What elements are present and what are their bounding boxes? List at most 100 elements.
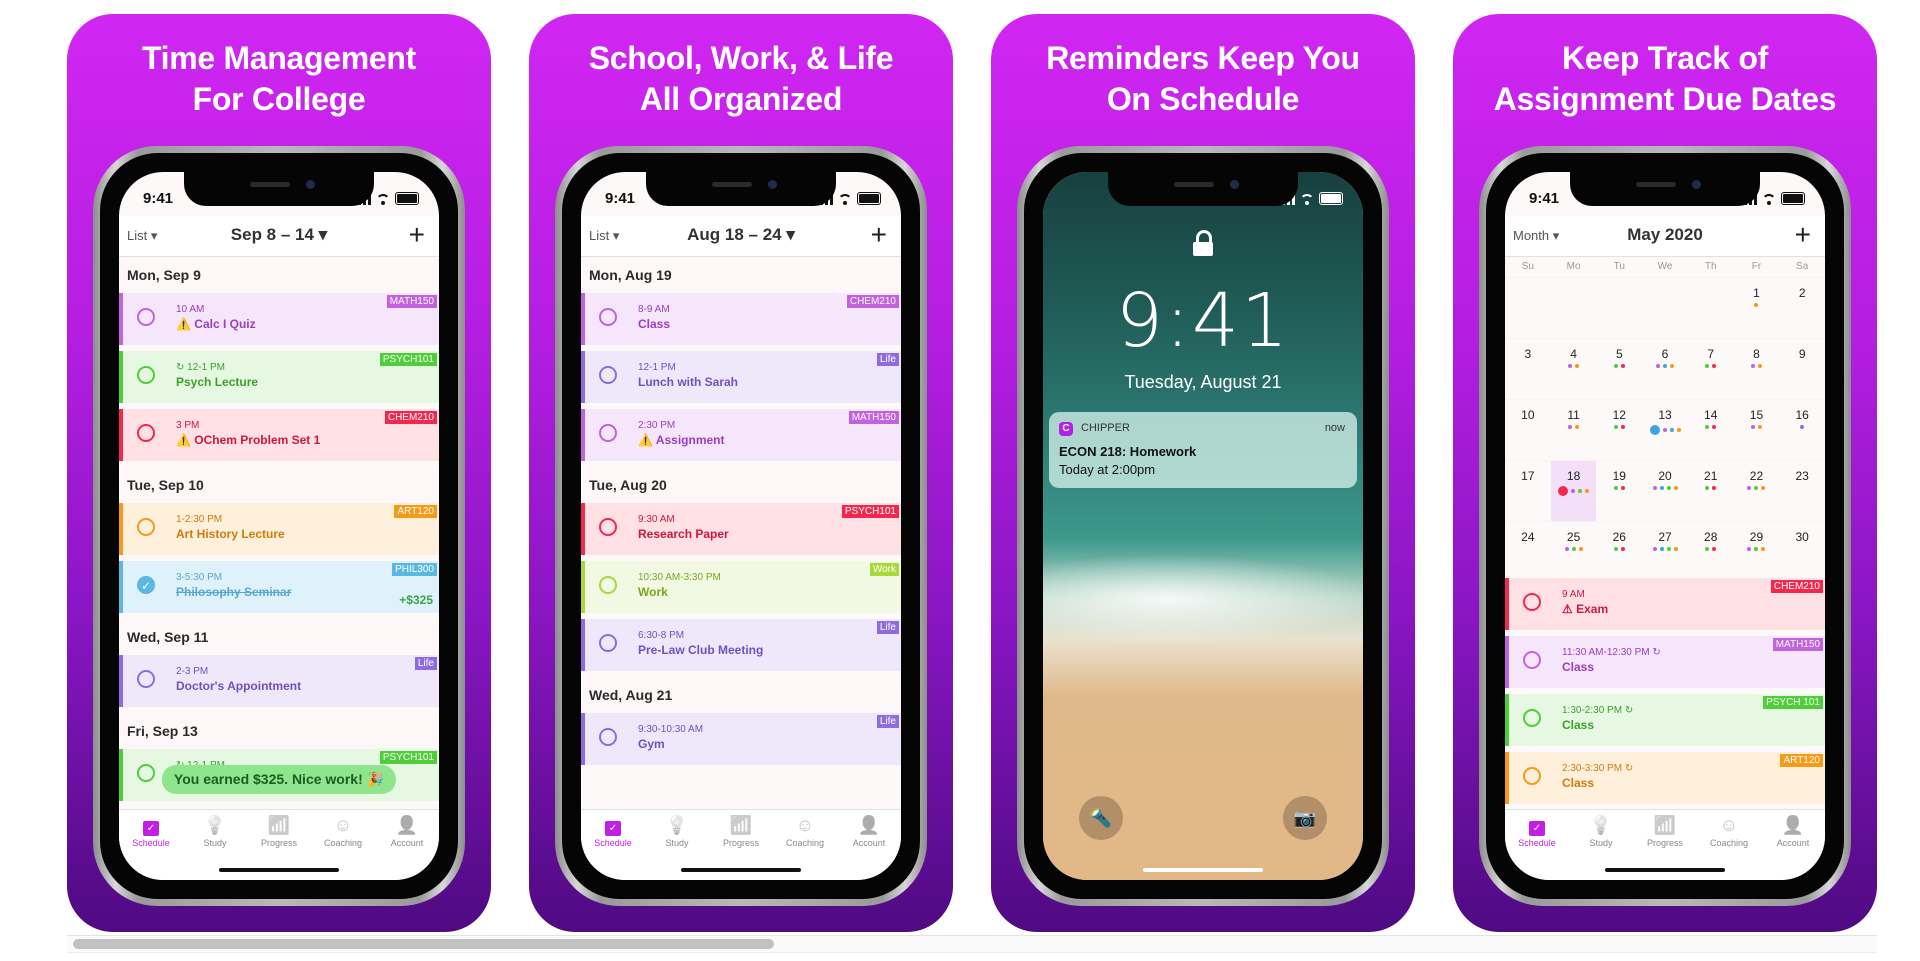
add-event-button[interactable]: +: [1795, 220, 1811, 250]
calendar-day[interactable]: 15: [1734, 400, 1780, 460]
calendar-day[interactable]: 10: [1505, 400, 1551, 460]
event-row[interactable]: 10 AM ⚠️ Calc I Quiz MATH150: [119, 293, 439, 345]
view-selector[interactable]: List ▾: [589, 228, 619, 244]
checkbox-circle[interactable]: [599, 576, 617, 594]
scrollbar-thumb[interactable]: [73, 939, 775, 949]
event-dots: [1734, 303, 1780, 307]
calendar-day[interactable]: 4: [1551, 339, 1597, 399]
event-row[interactable]: 2:30 PM ⚠️ Assignment MATH150: [581, 409, 901, 461]
calendar-day[interactable]: 3: [1505, 339, 1551, 399]
tab-account[interactable]: 👤 Account: [1761, 810, 1825, 880]
checkbox-circle[interactable]: [137, 424, 155, 442]
calendar-day[interactable]: 13: [1642, 400, 1688, 460]
calendar-day[interactable]: 28: [1688, 522, 1734, 582]
calendar-day[interactable]: 2: [1779, 278, 1825, 338]
calendar-day[interactable]: 25: [1551, 522, 1597, 582]
wifi-icon: [838, 194, 852, 205]
add-event-button[interactable]: +: [871, 220, 887, 250]
calendar-day[interactable]: 14: [1688, 400, 1734, 460]
event-row[interactable]: 2-3 PM Doctor's Appointment Life: [119, 655, 439, 707]
calendar-day[interactable]: 11: [1551, 400, 1597, 460]
month-label[interactable]: May 2020: [1627, 225, 1703, 244]
calendar-day[interactable]: 8: [1734, 339, 1780, 399]
calendar-day[interactable]: 16: [1779, 400, 1825, 460]
checkbox-circle[interactable]: [1523, 593, 1541, 611]
checkbox-circle[interactable]: [137, 518, 155, 536]
calendar-day[interactable]: 30: [1779, 522, 1825, 582]
view-selector[interactable]: List ▾: [127, 228, 157, 244]
event-row[interactable]: 3 PM ⚠️ OChem Problem Set 1 CHEM210: [119, 409, 439, 461]
calendar-day[interactable]: 17: [1505, 461, 1551, 521]
calendar-day[interactable]: 5: [1596, 339, 1642, 399]
calendar-day[interactable]: 7: [1688, 339, 1734, 399]
calendar-day[interactable]: 21: [1688, 461, 1734, 521]
calendar-day[interactable]: 9: [1779, 339, 1825, 399]
notification-time: now: [1324, 422, 1345, 434]
add-event-button[interactable]: +: [409, 220, 425, 250]
flashlight-icon[interactable]: 🔦: [1079, 796, 1123, 840]
checkbox-circle[interactable]: [137, 670, 155, 688]
calendar-day[interactable]: 27: [1642, 522, 1688, 582]
checkbox-circle[interactable]: [1523, 651, 1541, 669]
event-row[interactable]: 10:30 AM-3:30 PM Work Work: [581, 561, 901, 613]
checkbox-circle[interactable]: [137, 764, 155, 782]
calendar-day[interactable]: 26: [1596, 522, 1642, 582]
tab-schedule[interactable]: ✓ Schedule: [581, 810, 645, 880]
checkbox-circle[interactable]: [599, 308, 617, 326]
calendar-day[interactable]: 19: [1596, 461, 1642, 521]
event-row[interactable]: 12-1 PM Lunch with Sarah Life: [581, 351, 901, 403]
screenshot-card-4[interactable]: Keep Track of Assignment Due Dates 9:41 …: [1453, 14, 1877, 932]
checkbox-circle[interactable]: [599, 424, 617, 442]
event-row[interactable]: 1:30-2:30 PM ↻ Class PSYCH 101: [1505, 694, 1825, 746]
event-row[interactable]: 9:30 AM Research Paper PSYCH101: [581, 503, 901, 555]
checkbox-circle[interactable]: [1523, 709, 1541, 727]
tab-icon-wrap: ✓: [581, 814, 645, 836]
tab-account[interactable]: 👤 Account: [375, 810, 439, 880]
calendar-day[interactable]: 22: [1734, 461, 1780, 521]
event-row[interactable]: 11:30 AM-12:30 PM ↻ Class MATH150: [1505, 636, 1825, 688]
event-row[interactable]: ↻ 12-1 PM Psych Lecture PSYCH101: [119, 351, 439, 403]
calendar-day[interactable]: 20: [1642, 461, 1688, 521]
tab-account[interactable]: 👤 Account: [837, 810, 901, 880]
event-row[interactable]: 9:30-10:30 AM Gym Life: [581, 713, 901, 765]
event-dot: [1585, 489, 1590, 493]
event-row[interactable]: 1-2:30 PM Art History Lecture ART120: [119, 503, 439, 555]
checkbox-circle[interactable]: [599, 518, 617, 536]
calendar-day[interactable]: 1: [1734, 278, 1780, 338]
checkbox-circle[interactable]: [599, 728, 617, 746]
day-header: Tue, Aug 20: [581, 467, 901, 503]
checkbox-circle[interactable]: [1523, 767, 1541, 785]
tab-schedule[interactable]: ✓ Schedule: [1505, 810, 1569, 880]
event-dot: [1662, 428, 1667, 432]
tab-schedule[interactable]: ✓ Schedule: [119, 810, 183, 880]
checkbox-circle[interactable]: [137, 308, 155, 326]
event-dot: [1750, 364, 1755, 368]
calendar-day[interactable]: 23: [1779, 461, 1825, 521]
event-row[interactable]: ✓ 3-5:30 PM Philosophy Seminar PHIL300 +$325: [119, 561, 439, 613]
event-time: 9 AM: [1562, 589, 1585, 600]
horizontal-scrollbar[interactable]: [67, 935, 1877, 953]
date-range-selector[interactable]: Aug 18 – 24 ▾: [687, 225, 795, 244]
checkbox-circle[interactable]: [599, 366, 617, 384]
event-row[interactable]: 6:30-8 PM Pre-Law Club Meeting Life: [581, 619, 901, 671]
screenshot-card-2[interactable]: School, Work, & Life All Organized 9:41 …: [529, 14, 953, 932]
notification[interactable]: C CHIPPER now ECON 218: Homework Today a…: [1049, 412, 1357, 488]
calendar-day[interactable]: 12: [1596, 400, 1642, 460]
calendar-day[interactable]: 18: [1550, 461, 1597, 521]
course-badge: PSYCH101: [379, 353, 437, 366]
view-selector[interactable]: Month ▾: [1513, 228, 1559, 244]
checked-circle-icon[interactable]: ✓: [137, 576, 155, 594]
date-range-selector[interactable]: Sep 8 – 14 ▾: [231, 225, 327, 244]
checkbox-circle[interactable]: [137, 366, 155, 384]
event-row[interactable]: 8-9 AM Class CHEM210: [581, 293, 901, 345]
day-number: 19: [1612, 469, 1626, 483]
calendar-day[interactable]: 24: [1505, 522, 1551, 582]
screenshot-card-3[interactable]: Reminders Keep You On Schedule 9:41 Tues…: [991, 14, 1415, 932]
checkbox-circle[interactable]: [599, 634, 617, 652]
screenshot-card-1[interactable]: Time Management For College 9:41 List ▾ …: [67, 14, 491, 932]
camera-icon[interactable]: 📷: [1283, 796, 1327, 840]
calendar-day[interactable]: 29: [1734, 522, 1780, 582]
event-row[interactable]: 9 AM ⚠ Exam CHEM210: [1505, 578, 1825, 630]
calendar-day[interactable]: 6: [1642, 339, 1688, 399]
event-row[interactable]: 2:30-3:30 PM ↻ Class ART120: [1505, 752, 1825, 804]
